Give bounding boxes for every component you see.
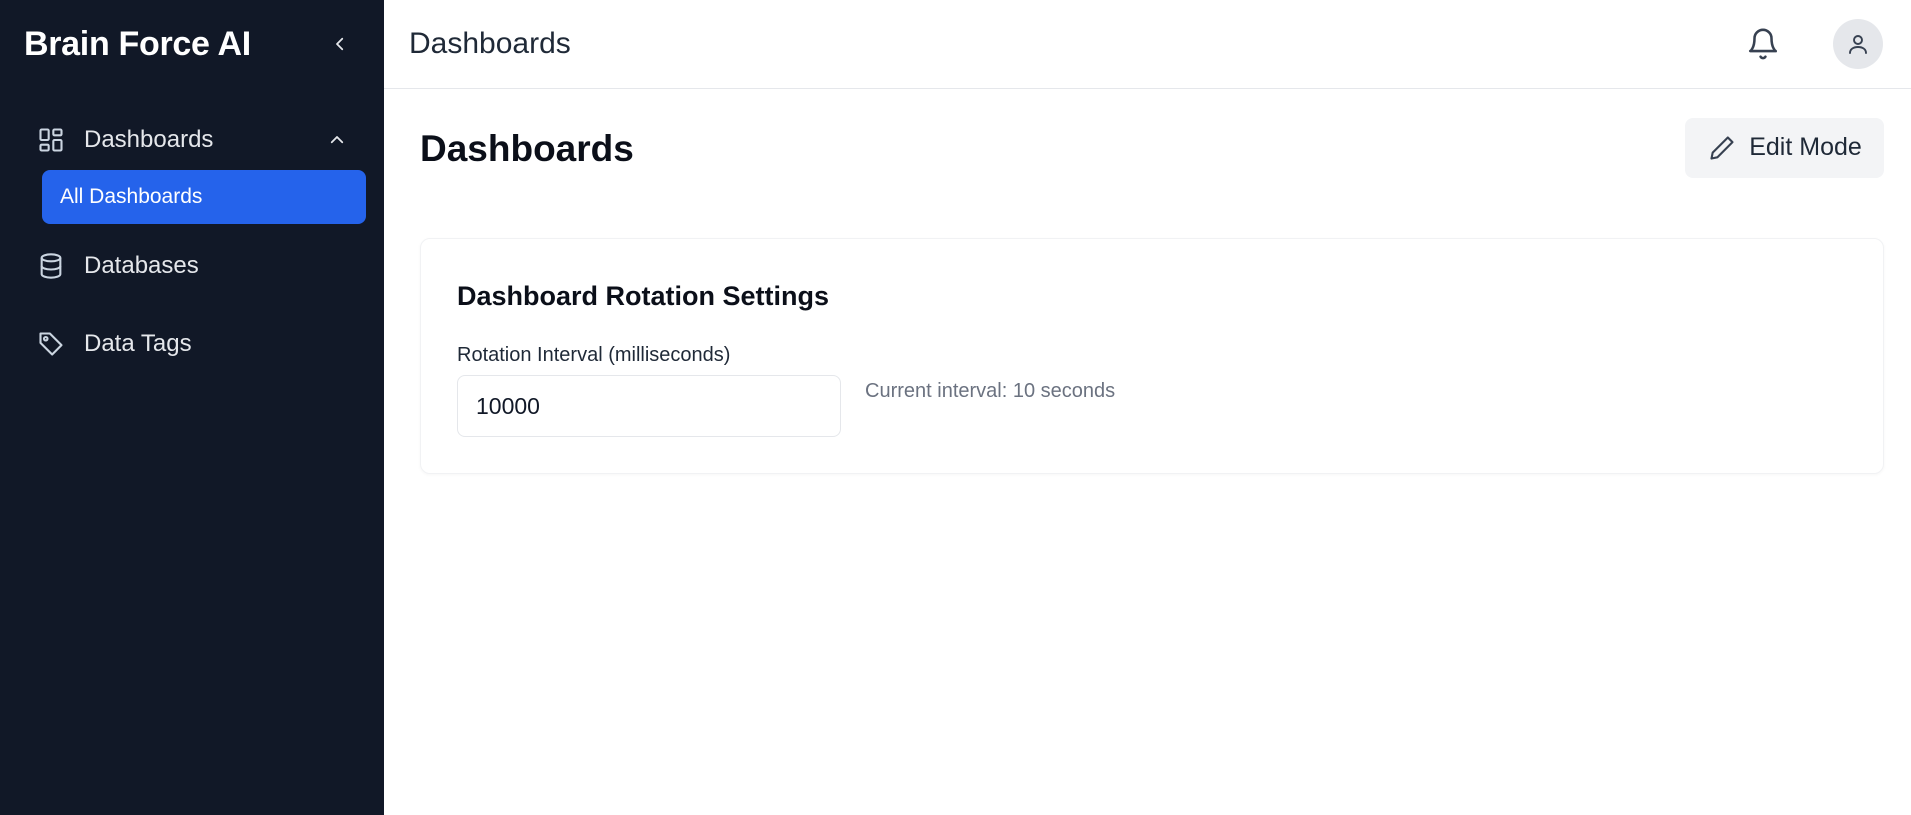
rotation-interval-label: Rotation Interval (milliseconds) <box>457 344 731 366</box>
sidebar-nav: Dashboards All Dashboards Databases Data… <box>0 88 384 370</box>
sidebar-item-data-tags[interactable]: Data Tags <box>0 318 384 370</box>
current-interval-hint: Current interval: 10 seconds <box>865 379 1116 402</box>
rotation-interval-row: Current interval: 10 seconds <box>457 375 1847 437</box>
sidebar-header: Brain Force AI <box>0 0 384 88</box>
sidebar-item-dashboards[interactable]: Dashboards <box>0 114 384 166</box>
sidebar-subitem-label: All Dashboards <box>60 185 203 208</box>
pencil-icon <box>1707 133 1737 163</box>
user-avatar-button[interactable] <box>1833 19 1883 69</box>
page-title: Dashboards <box>420 127 634 169</box>
chevron-left-icon <box>336 37 344 51</box>
page-header: Dashboards Edit Mode <box>420 89 1884 202</box>
sidebar-item-label: Dashboards <box>84 126 214 153</box>
dashboard-grid-icon <box>36 125 66 155</box>
sidebar: Brain Force AI Dashboards All Dashboards <box>0 0 384 815</box>
main-content: Dashboards Edit Mode Dashboard Rotation … <box>384 89 1911 815</box>
sidebar-item-label: Databases <box>84 252 199 279</box>
edit-mode-label: Edit Mode <box>1749 133 1862 161</box>
card-title: Dashboard Rotation Settings <box>457 281 830 311</box>
sidebar-item-databases[interactable]: Databases <box>0 240 384 292</box>
brand-logo: Brain Force AI <box>24 24 251 63</box>
chevron-up-icon <box>326 129 348 151</box>
topbar-title: Dashboards <box>409 27 571 60</box>
bell-icon <box>1748 28 1778 60</box>
topbar-actions <box>1743 19 1886 69</box>
rotation-interval-input[interactable] <box>457 375 841 437</box>
sidebar-item-label: Data Tags <box>84 330 192 357</box>
tag-icon <box>36 329 66 359</box>
rotation-settings-card: Dashboard Rotation Settings Rotation Int… <box>420 238 1884 474</box>
notifications-button[interactable] <box>1743 24 1783 64</box>
sidebar-subitem-all-dashboards[interactable]: All Dashboards <box>42 170 366 224</box>
user-icon <box>1849 35 1867 54</box>
collapse-sidebar-button[interactable] <box>326 30 354 58</box>
topbar: Dashboards <box>384 0 1911 89</box>
database-icon <box>36 251 66 281</box>
edit-mode-button[interactable]: Edit Mode <box>1685 117 1884 178</box>
